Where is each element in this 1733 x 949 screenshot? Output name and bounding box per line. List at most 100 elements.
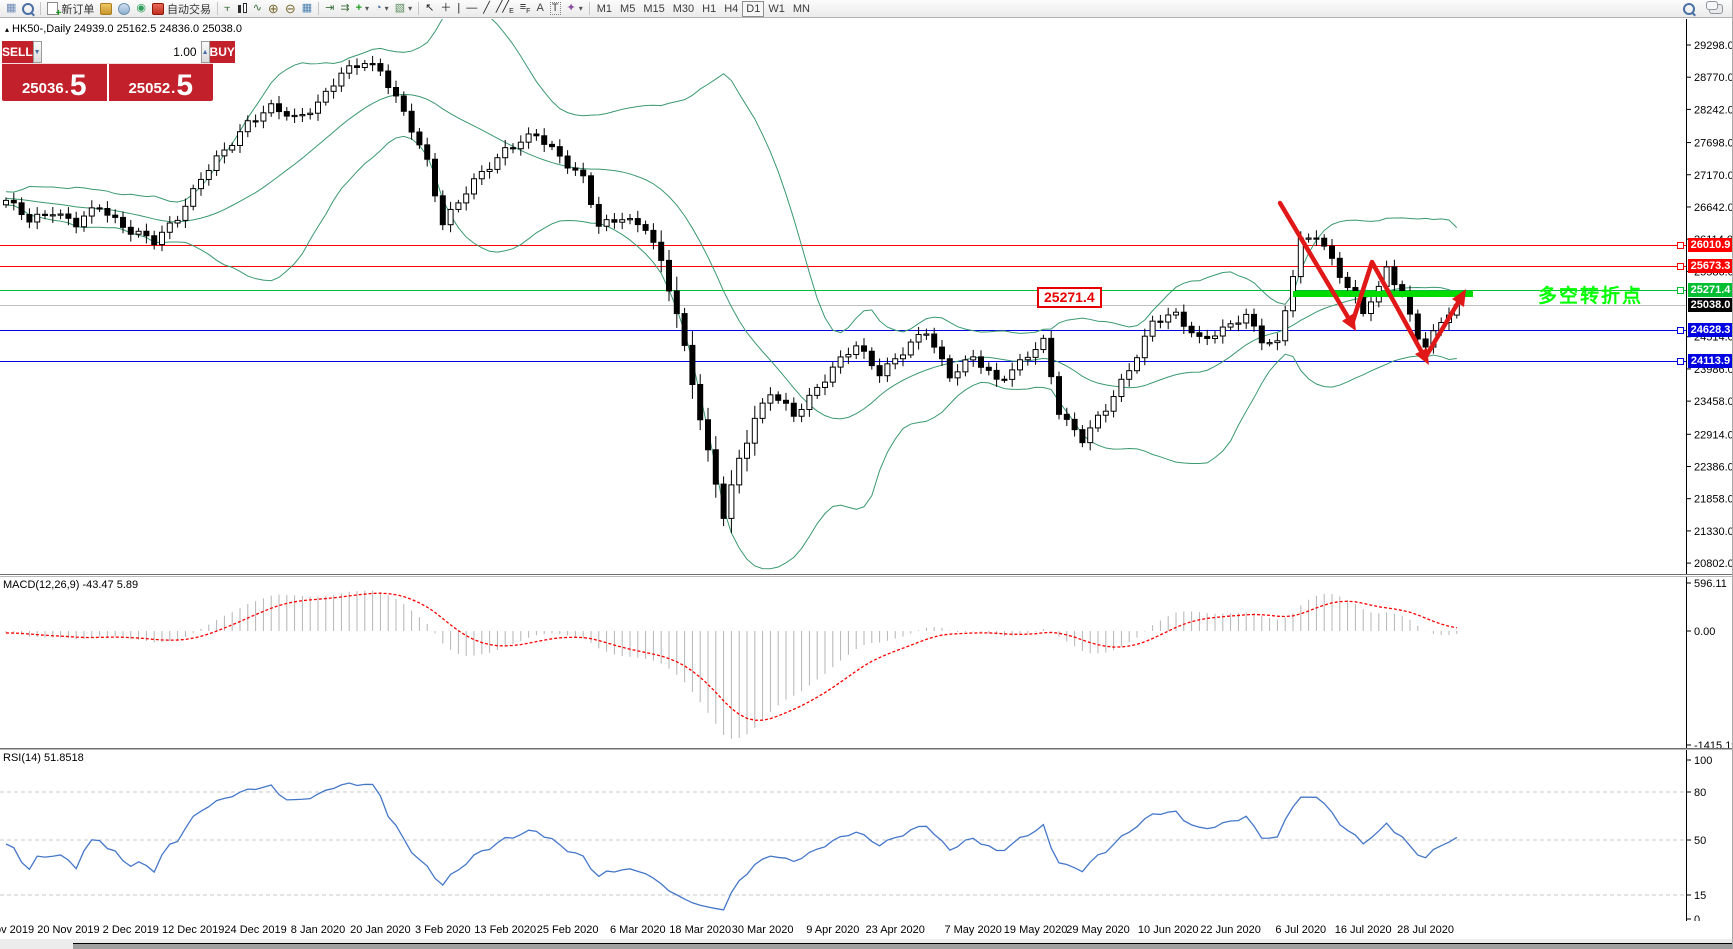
templates-button[interactable]: ▧▾ xyxy=(392,1,415,17)
line-handle[interactable] xyxy=(1677,242,1684,249)
rsi-chart[interactable]: 1008050150 xyxy=(0,750,1733,921)
level-annotation-box[interactable]: 25271.4 xyxy=(1037,287,1102,308)
timeframe-m15-button[interactable]: M15 xyxy=(639,2,668,16)
svg-text:22914.0: 22914.0 xyxy=(1694,429,1733,441)
main-chart-pane[interactable]: 29298.028770.028242.027698.027170.026642… xyxy=(0,19,1733,575)
timeframe-d1-button[interactable]: D1 xyxy=(742,1,764,17)
date-label: 8 Nov 2019 xyxy=(0,924,34,936)
svg-text:21858.0: 21858.0 xyxy=(1694,494,1733,506)
crosshair-tool-button[interactable]: ＋ xyxy=(437,1,454,17)
mql5-community-button[interactable] xyxy=(115,1,133,17)
arrows-tool-button[interactable]: ✦▾ xyxy=(564,1,586,17)
date-label: 7 May 2020 xyxy=(944,924,1001,936)
buy-price[interactable]: 25052.5 xyxy=(109,64,214,101)
sell-price-dot: . xyxy=(65,81,69,96)
date-axis[interactable]: 8 Nov 201920 Nov 20192 Dec 201912 Dec 20… xyxy=(0,921,1733,939)
line-handle[interactable] xyxy=(1677,287,1684,294)
bar-chart-button[interactable]: ⫟ xyxy=(221,1,234,17)
timeframe-m30-button[interactable]: M30 xyxy=(669,2,698,16)
timeframe-w1-button[interactable]: W1 xyxy=(764,2,789,16)
tile-windows-button[interactable]: ▦ xyxy=(299,1,315,17)
timeframe-m5-button[interactable]: M5 xyxy=(616,2,639,16)
tile-windows-icon: ▦ xyxy=(302,3,312,14)
periods-button[interactable]: ◔▾ xyxy=(372,1,392,17)
bar-chart-icon: ⫟ xyxy=(224,3,231,14)
svg-text:596.11: 596.11 xyxy=(1694,578,1727,590)
search-button[interactable] xyxy=(1680,1,1706,17)
price-badge: 25271.4 xyxy=(1688,283,1733,297)
autotrading-button[interactable]: 自动交易 xyxy=(149,1,214,17)
channel-tool-button[interactable]: ╱╱E xyxy=(493,1,517,17)
turning-point-annotation: 多空转折点 xyxy=(1538,281,1643,308)
timeframe-mn-button[interactable]: MN xyxy=(789,2,814,16)
rsi-label: RSI(14) 51.8518 xyxy=(3,752,84,764)
svg-text:80: 80 xyxy=(1694,787,1706,799)
macd-pane[interactable]: 596.110.00-1415.19 MACD(12,26,9) -43.47 … xyxy=(0,576,1733,749)
svg-text:0.00: 0.00 xyxy=(1694,626,1715,638)
line-handle[interactable] xyxy=(1677,327,1684,334)
new-chart-window-button[interactable]: ▦ xyxy=(3,1,19,17)
main-toolbar: ▦ 新订单 ◉ 自动交易 ⫟ ∿ ⊕ ⊖ ▦ ⇥ ⇉ +▾ ◔▾ ▧▾ ↖ ＋ … xyxy=(0,0,1732,18)
buy-button[interactable]: BUY xyxy=(210,41,235,63)
vertical-line-tool-button[interactable]: | xyxy=(454,1,463,17)
sell-price[interactable]: 25036.5 xyxy=(2,64,109,101)
date-label: 13 Feb 2020 xyxy=(474,924,536,936)
cursor-tool-button[interactable]: ↖ xyxy=(422,1,437,17)
svg-text:27170.0: 27170.0 xyxy=(1694,170,1733,182)
date-label: 19 May 2020 xyxy=(1004,924,1068,936)
toolbar-separator xyxy=(418,2,419,15)
date-label: 22 Jun 2020 xyxy=(1200,924,1261,936)
date-label: 20 Jan 2020 xyxy=(350,924,411,936)
svg-text:22386.0: 22386.0 xyxy=(1694,461,1733,473)
volume-input[interactable] xyxy=(42,41,201,63)
line-chart-button[interactable]: ∿ xyxy=(250,1,265,17)
indicators-plus-icon: + xyxy=(356,3,362,14)
text-tool-button[interactable]: A xyxy=(533,1,546,17)
data-window-button[interactable] xyxy=(19,1,37,17)
volume-increase-button[interactable]: ▲ xyxy=(201,41,210,63)
buy-price-int: 25052 xyxy=(128,81,170,96)
timeframe-m1-button[interactable]: M1 xyxy=(593,2,616,16)
rsi-pane[interactable]: 1008050150 RSI(14) 51.8518 xyxy=(0,749,1733,922)
vertical-line-icon: | xyxy=(457,3,460,14)
candlestick-chart-button[interactable] xyxy=(234,1,250,17)
new-order-button[interactable]: 新订单 xyxy=(44,1,97,17)
history-center-button[interactable] xyxy=(97,1,115,17)
signals-button[interactable]: ◉ xyxy=(133,1,149,17)
buy-price-dot: . xyxy=(171,81,175,96)
text-label-icon: T xyxy=(550,2,561,15)
data-window-icon xyxy=(22,3,34,15)
one-click-trading-panel: SELL ▼ ▲ BUY 25036.5 25052.5 xyxy=(2,41,213,101)
date-label: 28 Jul 2020 xyxy=(1397,924,1454,936)
svg-text:21330.0: 21330.0 xyxy=(1694,526,1733,538)
arrow-shapes-icon: ✦ xyxy=(567,3,576,14)
price-badge: 24113.9 xyxy=(1688,354,1733,368)
indicators-button[interactable]: +▾ xyxy=(353,1,372,17)
svg-text:0: 0 xyxy=(1694,914,1700,921)
zoom-in-button[interactable]: ⊕ xyxy=(265,1,282,17)
line-handle[interactable] xyxy=(1677,263,1684,270)
horizontal-line-tool-button[interactable]: — xyxy=(463,1,480,17)
chart-title: ▴HK50-,Daily 24939.0 25162.5 24836.0 250… xyxy=(5,23,242,35)
bottom-strip xyxy=(0,939,1733,949)
zoom-out-button[interactable]: ⊖ xyxy=(282,1,299,17)
zoom-in-icon: ⊕ xyxy=(268,2,279,15)
line-handle[interactable] xyxy=(1677,358,1684,365)
candlestick-chart[interactable]: 29298.028770.028242.027698.027170.026642… xyxy=(0,19,1733,574)
sell-button[interactable]: SELL xyxy=(2,41,33,63)
timeframe-h1-button[interactable]: H1 xyxy=(698,2,720,16)
timeframe-h4-button[interactable]: H4 xyxy=(720,2,742,16)
volume-decrease-button[interactable]: ▼ xyxy=(33,41,42,63)
fibonacci-tool-button[interactable]: ≡F xyxy=(517,1,534,17)
toolbar-separator xyxy=(589,2,590,15)
date-label: 12 Dec 2019 xyxy=(162,924,224,936)
text-label-tool-button[interactable]: T xyxy=(547,1,564,17)
chart-shift-button[interactable]: ⇥ xyxy=(322,1,337,17)
date-label: 30 Mar 2020 xyxy=(732,924,794,936)
macd-chart[interactable]: 596.110.00-1415.19 xyxy=(0,577,1733,748)
trendline-tool-button[interactable]: ╱ xyxy=(480,1,493,17)
symbol-ohlc-text: HK50-,Daily 24939.0 25162.5 24836.0 2503… xyxy=(12,23,242,35)
date-label: 23 Apr 2020 xyxy=(866,924,925,936)
chat-button[interactable] xyxy=(1706,1,1732,17)
auto-scroll-button[interactable]: ⇉ xyxy=(337,1,352,17)
